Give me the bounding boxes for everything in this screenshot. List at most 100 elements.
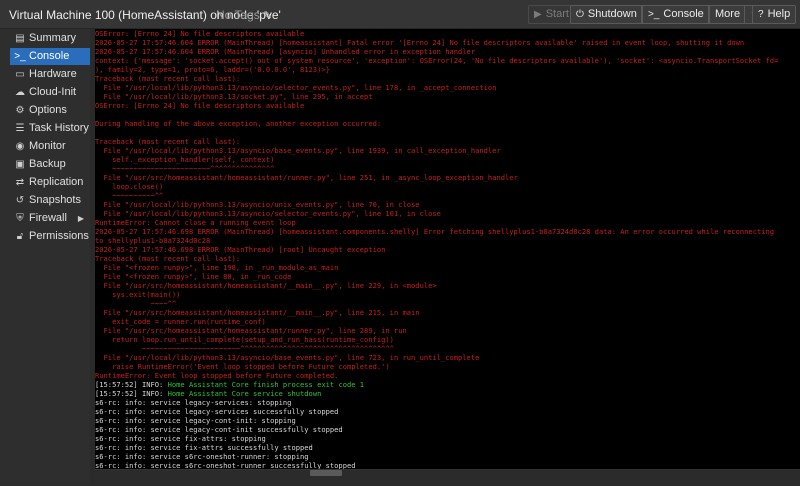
console-line: File "/usr/local/lib/python3.13/socket.p… <box>95 92 373 101</box>
console-line: ~~~~~~~~~~~~~~~~~~~~~~~^^^^^^^^^^^^^^^ <box>95 164 274 173</box>
console-line-text: s6-rc: info: service legacy-services suc… <box>95 407 339 416</box>
console-line: File "/usr/local/lib/python3.13/asyncio/… <box>95 83 497 92</box>
console-line-text: sys.exit(main()) <box>95 290 181 299</box>
desktop-icon: ▭ <box>15 69 25 80</box>
retweet-icon: ⇄ <box>15 177 25 188</box>
sidebar-item-label: Summary <box>29 32 77 44</box>
console-line-text: ~~~~~~~~~~~~~~~~~~~~~~~^^^^^^^^^^^^^^^^^… <box>95 344 394 353</box>
console-line-prefix: [15:57:52] INFO: <box>95 380 168 389</box>
gear-icon: ⚙ <box>15 105 25 116</box>
chevron-right-icon[interactable]: ▶ <box>78 210 84 227</box>
tags-label: No Tags <box>216 8 260 22</box>
console-line-message: Home Assistant Core service shutdown <box>167 389 322 398</box>
sidebar-item-label: Permissions <box>29 230 89 242</box>
console-terminal[interactable]: OSError: [Errno 24] No file descriptors … <box>95 29 800 469</box>
console-line-text: RuntimeError: Cannot close a running eve… <box>95 218 296 227</box>
console-line-text: File "/usr/local/lib/python3.13/asyncio/… <box>95 146 501 155</box>
console-line: During handling of the above exception, … <box>95 119 381 128</box>
console-line-text: s6-rc: info: service s6rc-oneshot-runner… <box>95 452 309 461</box>
sidebar-item-label: Snapshots <box>29 194 81 206</box>
console-line: File "/usr/local/lib/python3.13/asyncio/… <box>95 353 480 362</box>
console-line-text: RuntimeError: Event loop stopped before … <box>95 371 339 380</box>
sidebar-item-label: Options <box>29 104 67 116</box>
sidebar-item-options[interactable]: ⚙ Options <box>10 102 90 119</box>
console-line-text: File "/usr/src/homeassistant/homeassista… <box>95 326 407 335</box>
console-line-text: return loop.run_until_complete(setup_and… <box>95 335 394 344</box>
history-icon: ↺ <box>15 195 25 206</box>
sidebar-item-cloud-init[interactable]: ☁ Cloud-Init <box>10 84 90 101</box>
console-line: File "<frozen runpy>", line 198, in _run… <box>95 263 339 272</box>
console-line: s6-rc: info: service legacy-cont-init su… <box>95 425 343 434</box>
power-icon: ⏻ <box>576 9 584 20</box>
cloud-icon: ☁ <box>15 87 25 98</box>
start-button-label: Start <box>545 8 569 20</box>
sidebar-item-monitor[interactable]: ◉ Monitor <box>10 138 90 155</box>
sidebar-item-snapshots[interactable]: ↺ Snapshots <box>10 192 90 209</box>
console-line: ~~~~^^ <box>95 299 177 308</box>
console-line-text: 2026-05-27 17:57:46.698 ERROR (MainThrea… <box>95 227 775 236</box>
sidebar-item-backup[interactable]: ▣ Backup <box>10 156 90 173</box>
list-icon: ☰ <box>15 123 25 134</box>
console-line-text: File "/usr/src/homeassistant/homeassista… <box>95 281 437 290</box>
console-line-text: File "/usr/local/lib/python3.13/asyncio/… <box>95 200 420 209</box>
console-line-text: s6-rc: info: service fix-attrs successfu… <box>95 443 313 452</box>
eye-icon: ◉ <box>15 141 25 152</box>
console-line-text: s6-rc: info: service legacy-cont-init su… <box>95 425 343 434</box>
sidebar-item-replication[interactable]: ⇄ Replication <box>10 174 90 191</box>
console-line-message: Home Assistant Core finish process exit … <box>167 380 365 389</box>
console-line: Traceback (most recent call last): <box>95 254 240 263</box>
bottom-bar <box>95 469 800 486</box>
console-line: OSError: [Errno 24] No file descriptors … <box>95 29 304 38</box>
sidebar-item-label: Console <box>29 50 70 62</box>
play-icon: ▶ <box>534 9 542 20</box>
console-line: s6-rc: info: service fix-attrs successfu… <box>95 443 313 452</box>
console-line-text: File "/usr/local/lib/python3.13/asyncio/… <box>95 209 441 218</box>
console-line: File "/usr/local/lib/python3.13/asyncio/… <box>95 200 420 209</box>
console-line-text: 2026-05-27 17:57:46.698 ERROR (MainThrea… <box>95 245 386 254</box>
console-line-text: File "/usr/local/lib/python3.13/asyncio/… <box>95 83 497 92</box>
console-line: raise RuntimeError('Event loop stopped b… <box>95 362 390 371</box>
console-line: return loop.run_until_complete(setup_and… <box>95 335 394 344</box>
console-line: OSError: [Errno 24] No file descriptors … <box>95 101 304 110</box>
console-line: File "/usr/local/lib/python3.13/asyncio/… <box>95 146 501 155</box>
help-button[interactable]: ? Help <box>752 5 797 24</box>
console-line: loop.close() <box>95 182 163 191</box>
help-button-label: Help <box>767 8 791 20</box>
console-line-text: File "<frozen runpy>", line 88, in _run_… <box>95 272 292 281</box>
help-icon: ? <box>758 9 764 20</box>
console-line: File "/usr/src/homeassistant/homeassista… <box>95 173 518 182</box>
console-line: s6-rc: info: service legacy-cont-init: s… <box>95 416 296 425</box>
sidebar-item-hardware[interactable]: ▭ Hardware <box>10 66 90 83</box>
sidebar-item-label: Firewall <box>29 212 67 224</box>
sidebar-item-summary[interactable]: ▤ Summary <box>10 30 90 47</box>
sidebar-item-firewall[interactable]: ⛨ Firewall ▶ <box>10 210 90 227</box>
console-line-text: ~~~~~~~~~~~~~~~~~~~~~~~^^^^^^^^^^^^^^^ <box>95 164 275 173</box>
unlock-icon: 🔓︎ <box>16 231 24 242</box>
console-line-text: loop.close() <box>95 182 164 191</box>
console-line-text: During handling of the above exception, … <box>95 119 382 128</box>
console-line-text: ~~~~^^ <box>95 299 177 308</box>
console-line-text: Traceback (most recent call last): <box>95 137 241 146</box>
resize-handle[interactable] <box>310 470 342 476</box>
sidebar-item-label: Monitor <box>29 140 66 152</box>
console-line: 2026-05-27 17:57:46.604 ERROR (MainThrea… <box>95 47 475 56</box>
sidebar-item-label: Backup <box>29 158 66 170</box>
console-line: sys.exit(main()) <box>95 290 180 299</box>
console-line: [15:57:52] INFO: Home Assistant Core fin… <box>95 380 364 389</box>
console-line-text: to shellyplus1-b0a7324d0c28 <box>95 236 211 245</box>
floppy-icon: ▣ <box>15 159 25 170</box>
console-line: 2026-05-27 17:57:46.698 ERROR (MainThrea… <box>95 245 385 254</box>
console-line: File "/usr/src/homeassistant/homeassista… <box>95 326 407 335</box>
console-line: RuntimeError: Cannot close a running eve… <box>95 218 296 227</box>
sidebar-item-permissions[interactable]: 🔓︎ Permissions <box>10 228 90 245</box>
console-button-label: Console <box>663 8 704 20</box>
tags-area[interactable]: No Tags ✎ <box>216 8 272 22</box>
pencil-icon[interactable]: ✎ <box>263 9 272 22</box>
console-line-prefix: [15:57:52] INFO: <box>95 389 168 398</box>
start-button[interactable]: ▶ Start <box>528 5 575 24</box>
console-line-text: self._exception_handler(self, context) <box>95 155 275 164</box>
sidebar-item-task-history[interactable]: ☰ Task History <box>10 120 90 137</box>
sidebar-item-console[interactable]: >_ Console <box>10 48 90 65</box>
console-line: File "<frozen runpy>", line 88, in _run_… <box>95 272 292 281</box>
book-icon: ▤ <box>15 33 25 44</box>
